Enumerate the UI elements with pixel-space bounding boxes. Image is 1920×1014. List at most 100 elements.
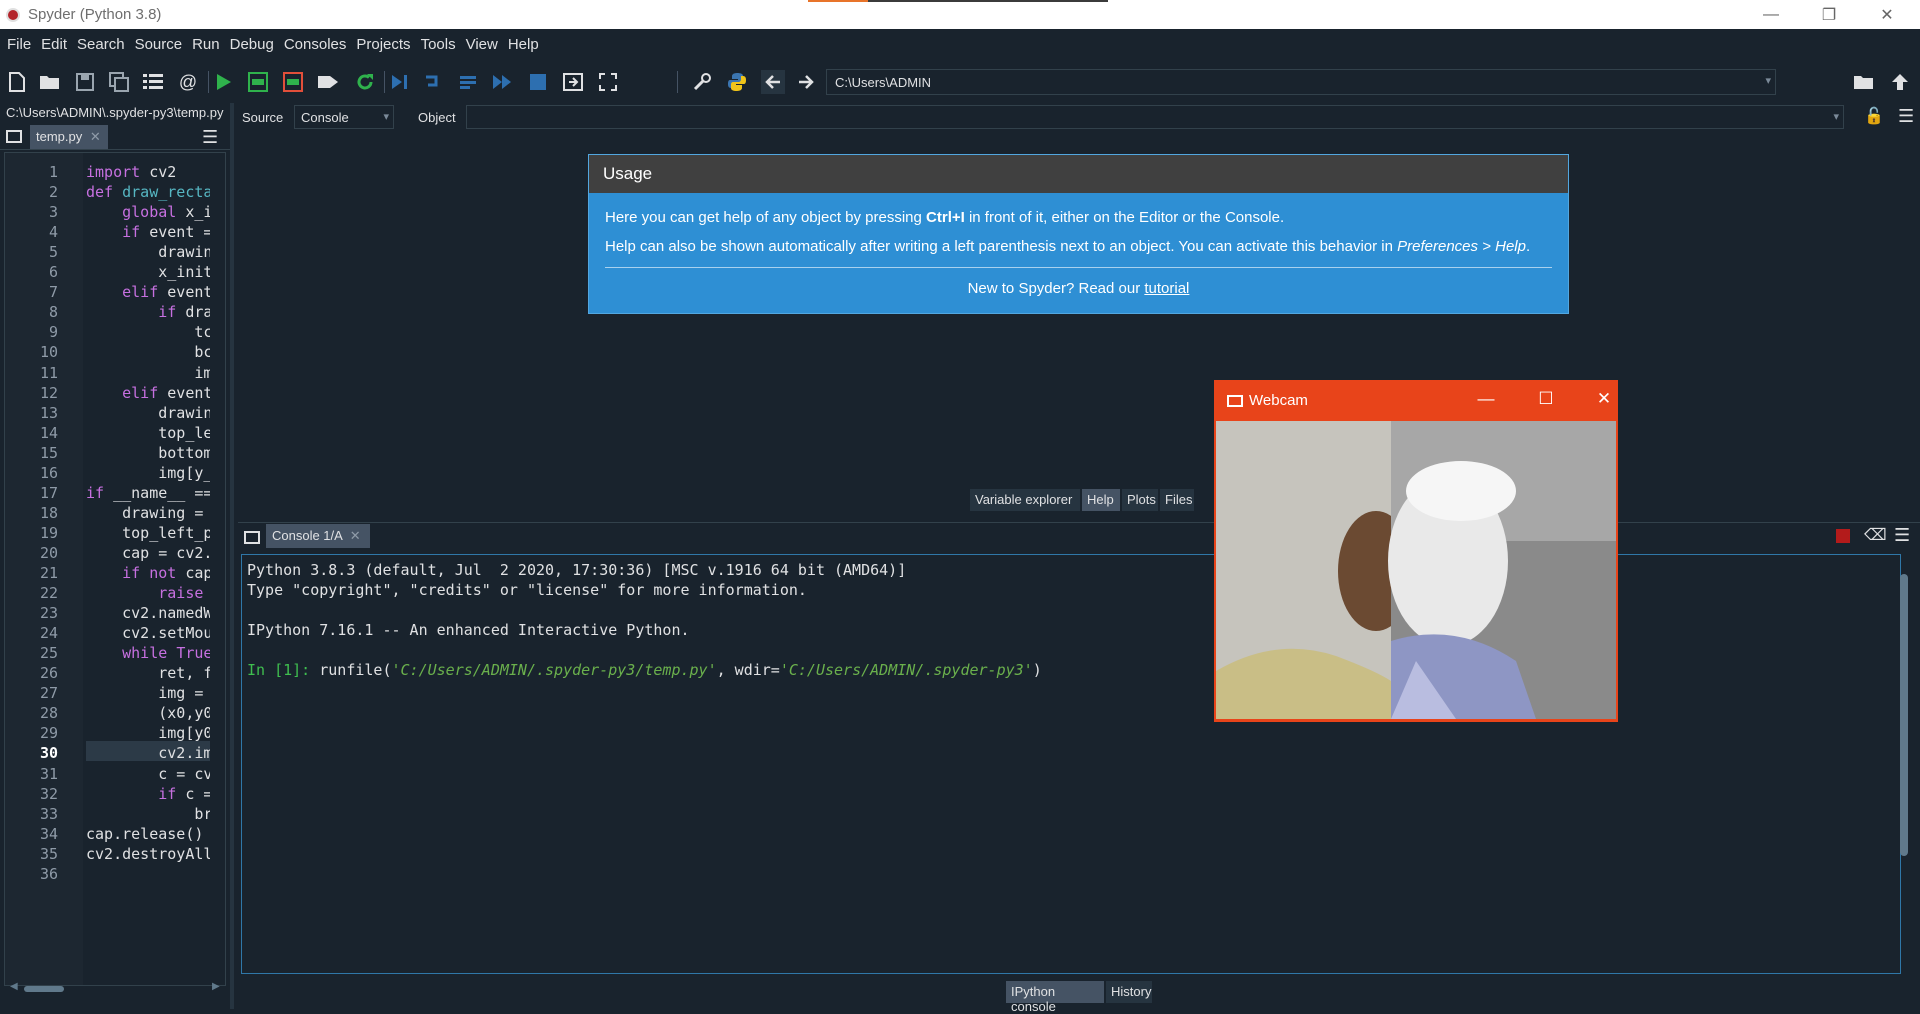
help-source-value: Console (301, 110, 349, 125)
editor-horizontal-scrollbar[interactable]: ◀ ▶ (10, 981, 222, 993)
console-tab[interactable]: Console 1/A ✕ (266, 524, 370, 548)
code-line: drawin (86, 243, 210, 262)
menu-view[interactable]: View (466, 36, 498, 53)
python-path-icon[interactable] (725, 70, 749, 94)
step-return-icon[interactable] (456, 70, 480, 94)
run-cell-icon[interactable] (246, 70, 270, 94)
open-file-icon[interactable] (38, 70, 62, 94)
line-number: 13 (39, 403, 58, 422)
eraser-icon[interactable]: ⌫ (1864, 525, 1887, 545)
tab-files[interactable]: Files (1160, 489, 1194, 511)
browse-folder-icon[interactable] (1852, 70, 1876, 94)
help-object-input[interactable]: ▾ (466, 105, 1844, 129)
console-options-menu-icon[interactable]: ☰ (1894, 525, 1910, 546)
forward-arrow-icon[interactable] (794, 70, 818, 94)
scroll-left-icon[interactable]: ◀ (10, 981, 18, 992)
save-all-icon[interactable] (107, 70, 131, 94)
fullscreen-icon[interactable] (596, 70, 620, 94)
close-button[interactable]: ✕ (1858, 0, 1916, 29)
menu-search[interactable]: Search (77, 36, 125, 53)
list-icon[interactable] (141, 70, 165, 94)
preferences-wrench-icon[interactable] (690, 70, 714, 94)
menu-source[interactable]: Source (135, 36, 183, 53)
help-options-menu-icon[interactable]: ☰ (1898, 106, 1914, 127)
new-file-icon[interactable] (5, 70, 29, 94)
tab-help[interactable]: Help (1082, 489, 1120, 511)
ipython-console[interactable] (241, 554, 1901, 974)
lock-icon[interactable]: 🔓 (1864, 106, 1884, 126)
code-line: img = (86, 684, 210, 703)
menu-run[interactable]: Run (192, 36, 220, 53)
stop-icon[interactable] (526, 70, 550, 94)
scrollbar-thumb[interactable] (24, 986, 64, 992)
menu-consoles[interactable]: Consoles (284, 36, 347, 53)
scroll-right-icon[interactable]: ▶ (212, 981, 220, 992)
code-line: img[y_ (86, 463, 210, 482)
chevron-down-icon[interactable]: ▾ (1765, 74, 1771, 87)
code-line: cap = cv2. (86, 543, 210, 562)
line-number: 25 (39, 644, 58, 663)
editor-options-menu-icon[interactable]: ☰ (202, 127, 218, 148)
menu-edit[interactable]: Edit (41, 36, 67, 53)
webcam-titlebar[interactable]: Webcam — ☐ ✕ (1215, 381, 1619, 420)
chevron-down-icon[interactable]: ▾ (1833, 110, 1839, 123)
parent-dir-up-icon[interactable] (1888, 70, 1912, 94)
at-icon[interactable]: @ (176, 70, 200, 94)
scrollbar-thumb[interactable] (1900, 574, 1908, 856)
continue-icon[interactable] (490, 70, 514, 94)
console-banner-line1: Python 3.8.3 (default, Jul 2 2020, 17:30… (247, 561, 907, 579)
code-line: raise (158, 584, 204, 603)
webcam-window[interactable]: Webcam — ☐ ✕ (1214, 380, 1618, 722)
tutorial-link[interactable]: tutorial (1144, 280, 1189, 297)
run-cell-advance-icon[interactable] (281, 70, 305, 94)
code-line: br (86, 804, 210, 823)
menu-debug[interactable]: Debug (230, 36, 274, 53)
code-line: drawin (86, 403, 210, 422)
line-number: 26 (39, 664, 58, 683)
debug-step-icon[interactable] (388, 70, 412, 94)
code-line: im (86, 363, 210, 382)
code-line: import cv2 (86, 163, 177, 181)
pane-splitter[interactable] (230, 103, 234, 1009)
code-line: img[y0 (86, 724, 210, 743)
console-tab-bar: ⌫ ☰ (238, 522, 1920, 550)
run-icon[interactable] (212, 70, 236, 94)
webcam-close-button[interactable]: ✕ (1591, 389, 1617, 409)
browse-tabs-icon[interactable] (6, 130, 22, 143)
help-source-label: Source (242, 110, 284, 125)
tab-plots[interactable]: Plots (1122, 489, 1158, 511)
line-number: 10 (39, 343, 58, 362)
save-icon[interactable] (73, 70, 97, 94)
webcam-maximize-button[interactable]: ☐ (1533, 389, 1559, 409)
restore-button[interactable]: ❐ (1800, 0, 1858, 29)
code-line: while True (122, 644, 210, 663)
tab-history[interactable]: History (1106, 981, 1152, 1003)
line-number: 2 (48, 183, 58, 202)
minimize-button[interactable]: — (1742, 0, 1800, 29)
console-vertical-scrollbar[interactable] (1898, 560, 1910, 970)
help-source-select[interactable]: Console ▾ (294, 105, 394, 129)
menu-help[interactable]: Help (508, 36, 539, 53)
close-tab-icon[interactable]: ✕ (350, 528, 361, 543)
code-line: elif event (122, 383, 210, 402)
line-number: 29 (39, 724, 58, 743)
menu-file[interactable]: File (7, 36, 31, 53)
rerun-icon[interactable] (353, 70, 377, 94)
back-arrow-icon[interactable] (761, 70, 785, 94)
editor-tab-temp[interactable]: temp.py ✕ (30, 125, 108, 149)
working-directory-combo[interactable]: C:\Users\ADMIN ▾ (826, 69, 1776, 95)
browse-tabs-icon[interactable] (244, 531, 260, 544)
close-tab-icon[interactable]: ✕ (90, 129, 101, 144)
interrupt-kernel-icon[interactable] (1836, 529, 1850, 543)
step-into-icon[interactable] (422, 70, 446, 94)
chevron-down-icon[interactable]: ▾ (383, 110, 389, 123)
code-line: bottom (86, 443, 210, 462)
run-selection-icon[interactable] (316, 70, 340, 94)
maximize-pane-icon[interactable] (561, 70, 585, 94)
code-line: elif event (122, 283, 210, 302)
menu-tools[interactable]: Tools (421, 36, 456, 53)
tab-ipython-console[interactable]: IPython console (1006, 981, 1104, 1014)
tab-variable-explorer[interactable]: Variable explorer (970, 489, 1080, 511)
webcam-minimize-button[interactable]: — (1473, 389, 1499, 409)
menu-projects[interactable]: Projects (356, 36, 410, 53)
